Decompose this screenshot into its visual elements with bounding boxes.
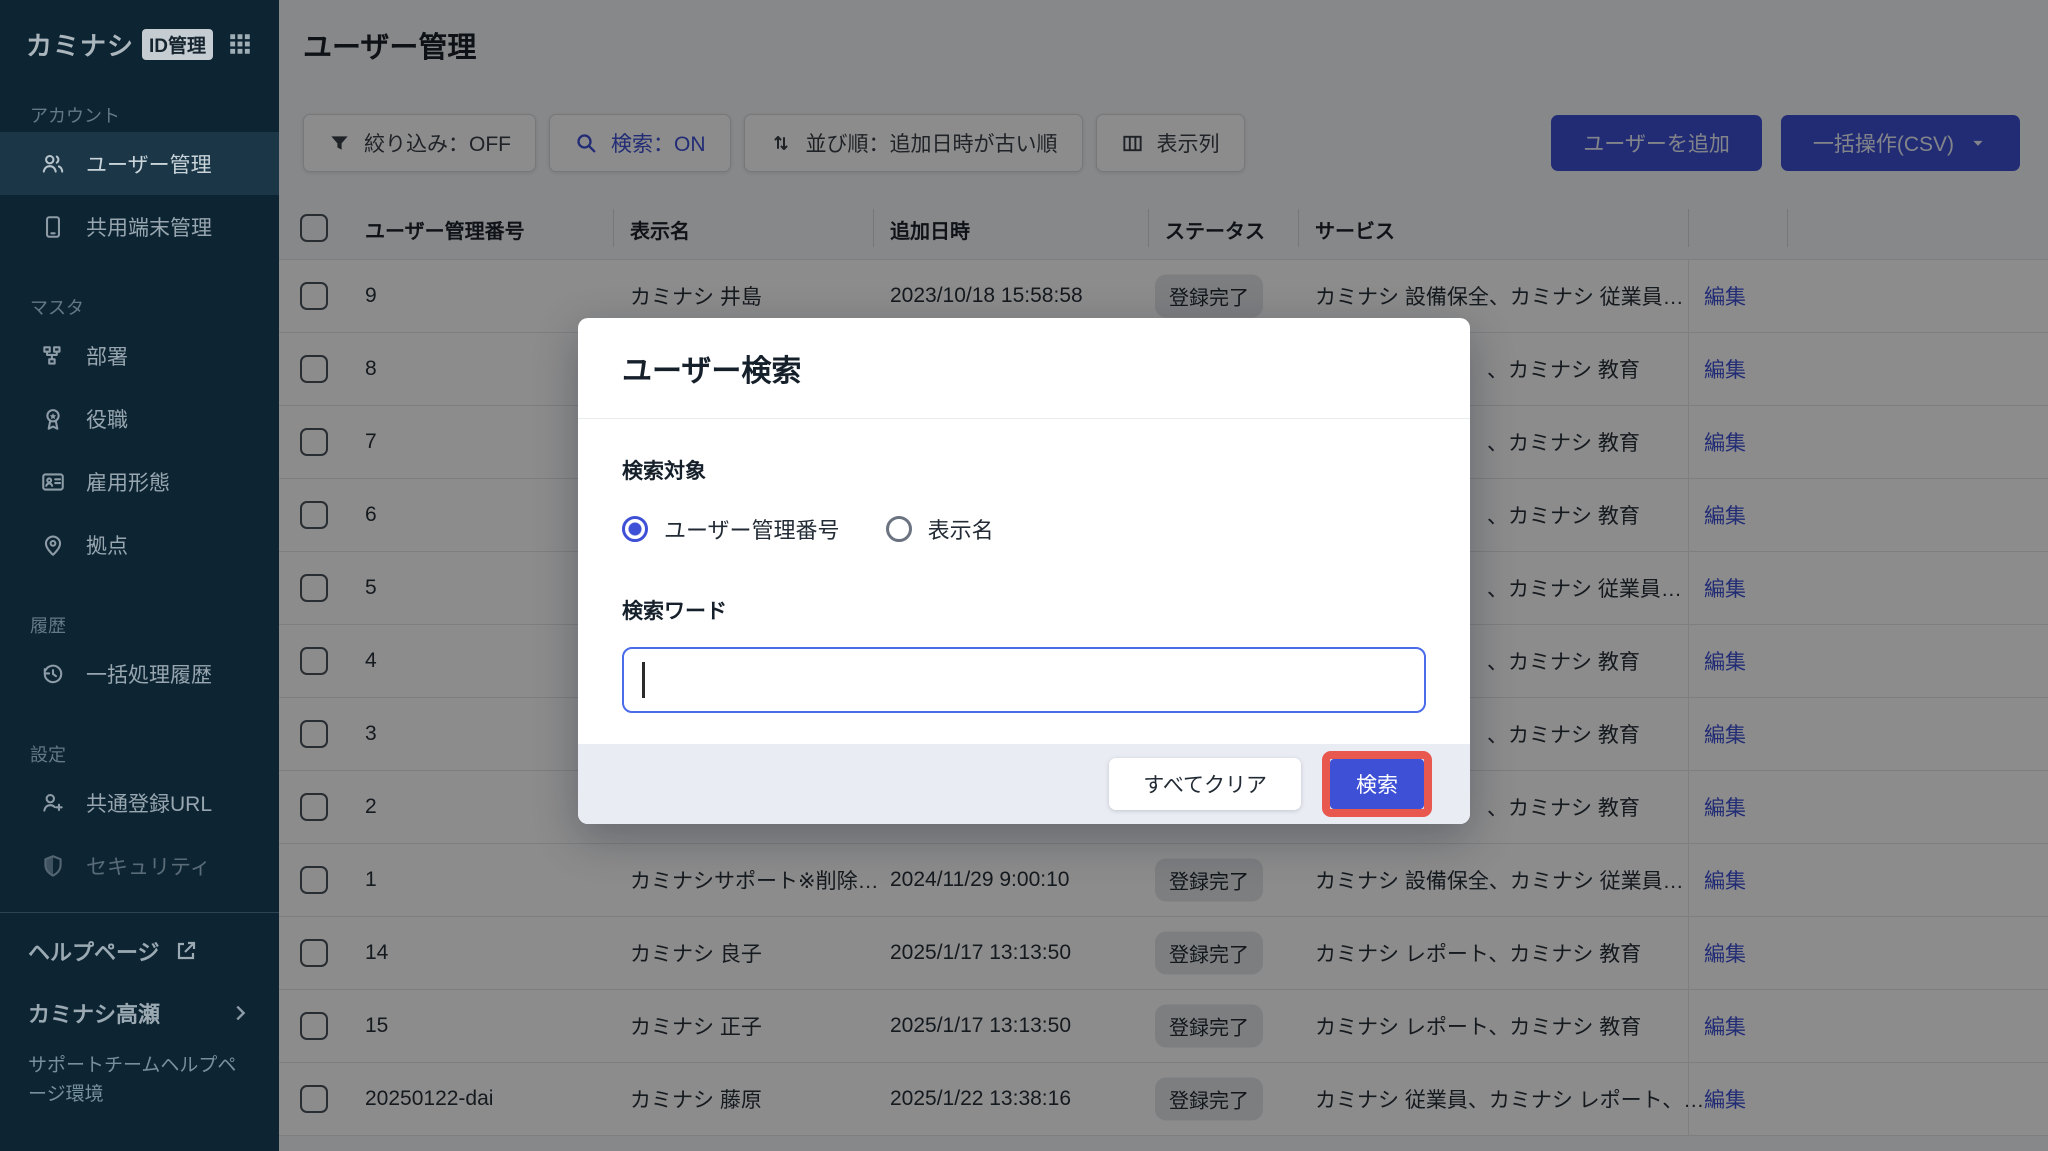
sidebar-section-label: 履歴 [30,612,279,638]
clear-all-label: すべてクリア [1143,774,1267,797]
apps-grid-icon[interactable] [227,31,253,57]
sidebar-item-label: 役職 [86,404,128,434]
radio-user-number[interactable] [622,516,648,542]
sidebar-item-history[interactable]: 一括処理履歴 [0,642,279,705]
sidebar-item-user-plus[interactable]: 共通登録URL [0,771,279,834]
text-cursor [642,662,645,698]
medal-icon [38,404,68,434]
brand-badge: ID管理 [142,29,213,60]
sidebar: カミナシ ID管理 アカウントユーザー管理共用端末管理マスタ部署役職雇用形態拠点… [0,0,279,1151]
sidebar-item-label: 共通登録URL [86,788,212,818]
external-link-icon [174,939,198,963]
id-card-icon [38,467,68,497]
account-name: カミナシ高瀬 [28,997,160,1029]
sidebar-section-label: 設定 [30,741,279,767]
org-chart-icon [38,341,68,371]
sidebar-bottom: ヘルプページ カミナシ高瀬 サポートチームヘルプページ環境 [0,912,279,1151]
modal-title: ユーザー検索 [622,346,801,390]
sidebar-menu: アカウントユーザー管理共用端末管理マスタ部署役職雇用形態拠点履歴一括処理履歴設定… [0,88,279,912]
search-target-label: 検索対象 [622,455,1426,485]
sidebar-item-label: 部署 [86,341,128,371]
keyword-input[interactable] [622,647,1426,713]
help-page-link[interactable]: ヘルプページ [28,935,251,967]
account-menu[interactable]: カミナシ高瀬 [28,997,251,1029]
sidebar-item-users[interactable]: ユーザー管理 [0,132,279,195]
sidebar-item-label: 拠点 [86,530,128,560]
clear-all-button[interactable]: すべてクリア [1109,758,1301,810]
sidebar-item-label: ユーザー管理 [86,149,212,179]
modal-header: ユーザー検索 [578,318,1470,419]
users-icon [38,149,68,179]
sidebar-item-label: セキュリティ [86,851,211,881]
radio-user-number-label[interactable]: ユーザー管理番号 [664,513,840,545]
sidebar-section-label: マスタ [30,294,279,320]
environment-note: サポートチームヘルプページ環境 [28,1051,251,1109]
shield-icon [38,851,68,881]
sidebar-item-tablet[interactable]: 共用端末管理 [0,195,279,258]
sidebar-item-shield: セキュリティ [0,834,279,897]
action-highlight-box: 検索 [1322,751,1432,817]
sidebar-item-license[interactable]: ライセンス [0,897,279,912]
tablet-icon [38,212,68,242]
sidebar-item-id-card[interactable]: 雇用形態 [0,450,279,513]
search-submit-button[interactable]: 検索 [1330,759,1424,809]
brand-logo: カミナシ [26,26,134,63]
sidebar-section-label: アカウント [30,102,279,128]
sidebar-item-org-chart[interactable]: 部署 [0,324,279,387]
modal-body: 検索対象 ユーザー管理番号 表示名 検索ワード [578,419,1470,744]
sidebar-item-label: 雇用形態 [86,467,170,497]
search-submit-label: 検索 [1356,774,1398,797]
radio-display-name[interactable] [886,516,912,542]
user-search-modal: ユーザー検索 検索対象 ユーザー管理番号 表示名 検索ワード すべてクリア 検索 [578,318,1470,824]
map-pin-icon [38,530,68,560]
radio-display-name-label[interactable]: 表示名 [928,513,994,545]
keyword-label: 検索ワード [622,595,1426,625]
history-icon [38,659,68,689]
logo-row: カミナシ ID管理 [0,0,279,88]
user-plus-icon [38,788,68,818]
sidebar-item-label: 一括処理履歴 [86,659,212,689]
modal-footer: すべてクリア 検索 [578,744,1470,824]
sidebar-item-map-pin[interactable]: 拠点 [0,513,279,576]
search-target-radio-group: ユーザー管理番号 表示名 [622,513,1426,545]
help-page-label: ヘルプページ [28,935,160,967]
sidebar-item-label: 共用端末管理 [86,212,212,242]
sidebar-item-medal[interactable]: 役職 [0,387,279,450]
chevron-right-icon [229,1002,251,1024]
